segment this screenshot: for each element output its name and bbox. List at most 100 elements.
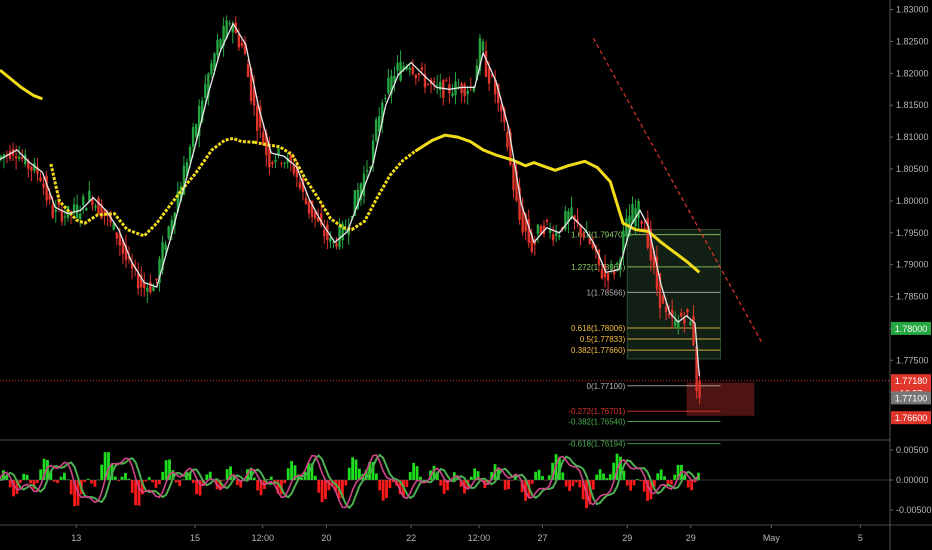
oscillator-histogram-bar xyxy=(161,471,165,480)
candle-body xyxy=(414,74,418,79)
oscillator-histogram-bar xyxy=(469,476,473,480)
candle-body xyxy=(216,39,219,56)
candle-body xyxy=(191,127,195,147)
candle-body xyxy=(445,80,448,82)
oscillator-histogram-bar xyxy=(290,460,293,480)
candle-body xyxy=(689,321,692,326)
oscillator-histogram-bar xyxy=(286,468,290,480)
candle-body xyxy=(637,201,640,219)
oscillator-tick-label: -0.00500 xyxy=(896,505,932,515)
oscillator-histogram-bar xyxy=(541,476,544,480)
time-tick-label: 22 xyxy=(406,533,416,543)
oscillator-histogram-bar xyxy=(625,480,629,486)
candle-body xyxy=(582,233,585,237)
price-tick-label: 1.78500 xyxy=(896,292,929,302)
candle-body xyxy=(88,190,91,201)
candle-body xyxy=(640,221,643,224)
candle-body xyxy=(609,264,613,266)
oscillator-histogram-bar xyxy=(324,480,327,500)
time-tick-label: May xyxy=(763,533,781,543)
candle-body xyxy=(280,163,283,165)
price-tick-label: 1.83000 xyxy=(896,5,929,15)
candle-body xyxy=(204,83,207,98)
oscillator-tick-label: 0.00500 xyxy=(896,445,929,455)
price-tick-label: 1.79500 xyxy=(896,228,929,238)
oscillator-histogram-bar xyxy=(354,459,358,480)
price-label-text: 1.77180 xyxy=(895,376,928,386)
candle-body xyxy=(136,273,140,289)
candle-body xyxy=(45,175,48,201)
candle-body xyxy=(481,41,485,51)
candle-body xyxy=(94,206,97,208)
candle-body xyxy=(698,380,701,398)
candle-body xyxy=(292,165,295,174)
oscillator-histogram-bar xyxy=(442,480,446,494)
oscillator-histogram-bar xyxy=(690,480,694,491)
candle-body xyxy=(149,281,152,293)
oscillator-histogram-bar xyxy=(642,480,646,492)
price-tick-label: 1.77500 xyxy=(896,355,929,365)
oscillator-histogram-bar xyxy=(124,473,127,480)
candle-body xyxy=(194,124,198,137)
candle-body xyxy=(30,166,33,171)
oscillator-histogram-bar xyxy=(18,480,22,483)
oscillator-histogram-bar xyxy=(673,474,677,480)
oscillator-histogram-bar xyxy=(378,480,382,491)
candle-body xyxy=(39,177,42,182)
candle-body xyxy=(21,156,24,160)
oscillator-histogram-bar xyxy=(157,480,161,485)
trading-chart[interactable]: 1.618(1.79470)1.272(1.78965)1(1.78566)0.… xyxy=(0,0,932,550)
candle-body xyxy=(411,67,414,75)
time-tick-label: 15 xyxy=(190,533,200,543)
price-tick-label: 1.82000 xyxy=(896,68,929,78)
oscillator-histogram-bar xyxy=(385,480,388,499)
candle-body xyxy=(219,39,222,49)
oscillator-histogram-bar xyxy=(56,480,60,483)
fib-level-label: -0.382(1.76540) xyxy=(568,418,625,427)
candle-body xyxy=(600,269,604,279)
candle-body xyxy=(408,67,411,71)
price-tick-label: 1.82500 xyxy=(896,36,929,46)
oscillator-histogram-bar xyxy=(344,480,348,486)
candle-body xyxy=(396,63,399,71)
candle-body xyxy=(152,286,155,292)
oscillator-histogram-bar xyxy=(83,480,87,483)
oscillator-histogram-bar xyxy=(503,480,507,490)
oscillator-histogram-bar xyxy=(174,480,178,483)
candle-body xyxy=(82,196,85,205)
oscillator-histogram-bar xyxy=(256,480,260,491)
candle-body xyxy=(606,273,610,281)
oscillator-histogram-bar xyxy=(25,474,29,480)
candle-body xyxy=(487,67,491,84)
fib-level-label: -0.272(1.76701) xyxy=(568,407,625,416)
price-tick-label: 1.81500 xyxy=(896,100,929,110)
candle-body xyxy=(167,226,170,239)
oscillator-histogram-bar xyxy=(415,466,419,480)
fib-level-label: 0(1.77100) xyxy=(587,382,626,391)
oscillator-histogram-bar xyxy=(530,480,534,484)
candle-body xyxy=(54,209,57,212)
candle-body xyxy=(255,105,259,131)
candle-body xyxy=(338,225,341,248)
candle-body xyxy=(335,243,338,247)
oscillator-histogram-bar xyxy=(374,473,378,480)
oscillator-histogram-bar xyxy=(473,468,477,480)
candle-body xyxy=(417,73,421,76)
fib-level-label: 0.618(1.78006) xyxy=(571,324,626,333)
oscillator-histogram-bar xyxy=(405,480,409,488)
oscillator-histogram-bar xyxy=(59,476,63,480)
candle-body xyxy=(484,50,488,77)
oscillator-histogram-bar xyxy=(205,474,209,480)
candle-body xyxy=(277,148,280,155)
time-tick-label: 12:00 xyxy=(468,533,491,543)
candle-body xyxy=(463,84,466,97)
oscillator-histogram-bar xyxy=(154,480,158,488)
oscillator-histogram-bar xyxy=(39,469,43,480)
candle-body xyxy=(466,90,469,95)
oscillator-histogram-bar xyxy=(419,476,422,480)
oscillator-histogram-bar xyxy=(598,469,602,480)
oscillator-histogram-bar xyxy=(381,480,385,501)
oscillator-histogram-bar xyxy=(120,476,124,480)
candle-body xyxy=(115,232,119,239)
candle-body xyxy=(612,271,616,275)
